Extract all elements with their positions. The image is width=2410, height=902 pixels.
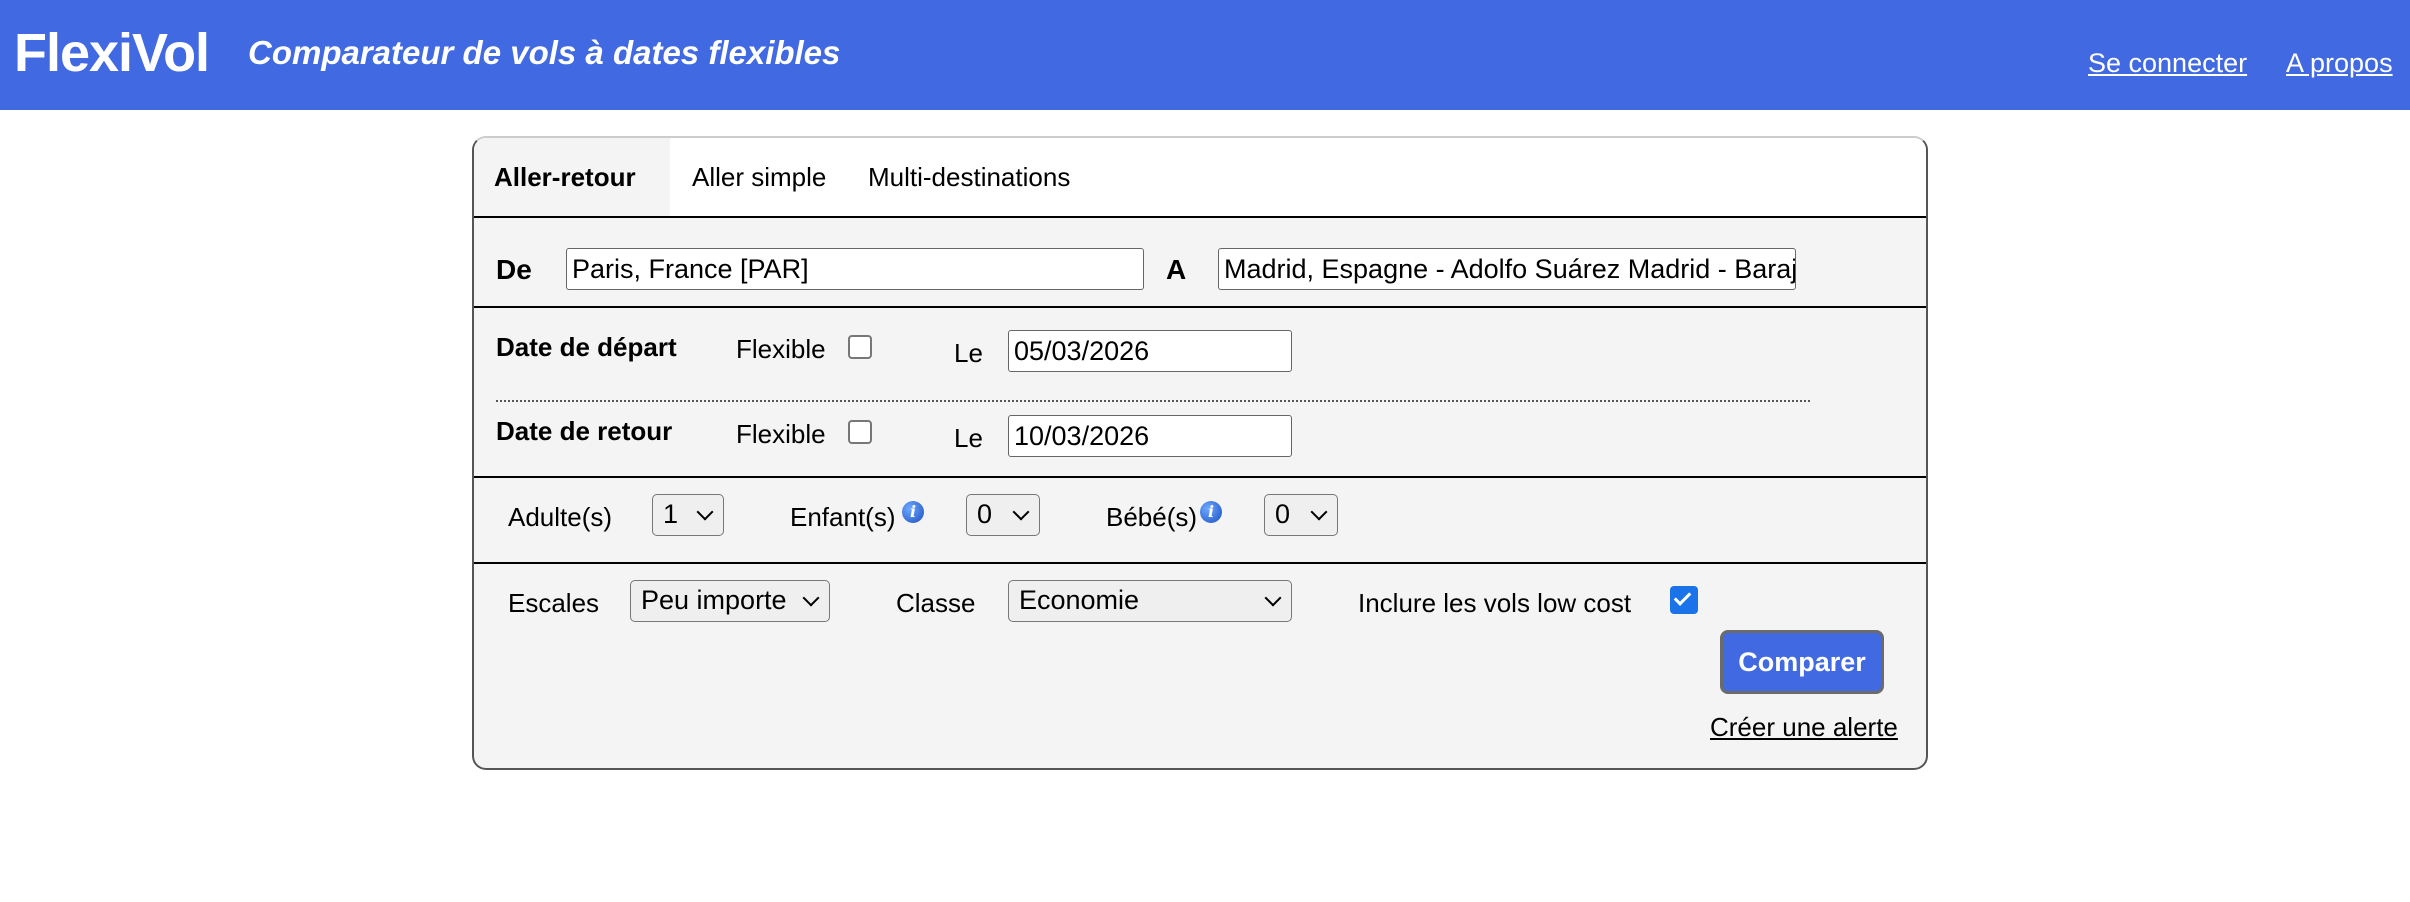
logo[interactable]: FlexiVol (14, 22, 210, 84)
chevron-down-icon (1310, 503, 1328, 521)
adults-label: Adulte(s) (508, 502, 613, 532)
adults-select[interactable]: 1 (652, 494, 724, 536)
tab-round-trip[interactable]: Aller-retour (474, 138, 670, 216)
trip-type-tabs: Aller-retour Aller simple Multi-destinat… (474, 138, 1926, 218)
login-link[interactable]: Se connecter (2088, 48, 2247, 79)
return-flexible-checkbox[interactable] (848, 420, 872, 444)
app-header: FlexiVol Comparateur de vols à dates fle… (0, 0, 2410, 110)
return-label: Date de retour (496, 416, 673, 446)
info-icon[interactable]: i (1200, 501, 1222, 523)
departure-date-input[interactable]: 05/03/2026 (1008, 330, 1292, 372)
divider (474, 562, 1926, 564)
dotted-separator (496, 400, 1810, 402)
to-label: A (1166, 254, 1187, 285)
from-input[interactable]: Paris, France [PAR] (566, 248, 1144, 290)
from-label: De (496, 254, 532, 285)
babies-label: Bébé(s) (1106, 502, 1198, 532)
departure-flexible-label: Flexible (736, 334, 826, 364)
class-select[interactable]: Economie (1008, 580, 1292, 622)
return-date-label: Le (954, 423, 983, 453)
to-input[interactable]: Madrid, Espagne - Adolfo Suárez Madrid -… (1218, 248, 1796, 290)
children-select[interactable]: 0 (966, 494, 1040, 536)
tab-one-way[interactable]: Aller simple (672, 138, 846, 216)
divider (474, 476, 1926, 478)
divider (474, 306, 1926, 308)
return-flexible-label: Flexible (736, 419, 826, 449)
chevron-down-icon (696, 503, 714, 521)
children-label: Enfant(s) (790, 502, 896, 532)
chevron-down-icon (1264, 589, 1282, 607)
adults-select-value: 1 (663, 499, 679, 529)
stops-select[interactable]: Peu importe (630, 580, 830, 622)
info-icon[interactable]: i (902, 501, 924, 523)
departure-date-label: Le (954, 338, 983, 368)
search-panel: Aller-retour Aller simple Multi-destinat… (472, 136, 1928, 770)
chevron-down-icon (802, 589, 820, 607)
return-date-input[interactable]: 10/03/2026 (1008, 415, 1292, 457)
lowcost-label: Inclure les vols low cost (1358, 588, 1632, 618)
departure-label: Date de départ (496, 332, 677, 362)
chevron-down-icon (1012, 503, 1030, 521)
lowcost-checkbox[interactable] (1670, 586, 1698, 614)
departure-flexible-checkbox[interactable] (848, 335, 872, 359)
tab-multi-destination[interactable]: Multi-destinations (848, 138, 1090, 216)
babies-select-value: 0 (1275, 499, 1291, 529)
stops-select-value: Peu importe (641, 585, 787, 615)
stops-label: Escales (508, 588, 600, 618)
tagline: Comparateur de vols à dates flexibles (248, 34, 841, 71)
compare-button[interactable]: Comparer (1720, 630, 1884, 694)
create-alert-link[interactable]: Créer une alerte (1710, 712, 1898, 743)
children-select-value: 0 (977, 499, 993, 529)
about-link[interactable]: A propos (2286, 48, 2393, 79)
class-select-value: Economie (1019, 585, 1140, 615)
class-label: Classe (896, 588, 976, 618)
babies-select[interactable]: 0 (1264, 494, 1338, 536)
